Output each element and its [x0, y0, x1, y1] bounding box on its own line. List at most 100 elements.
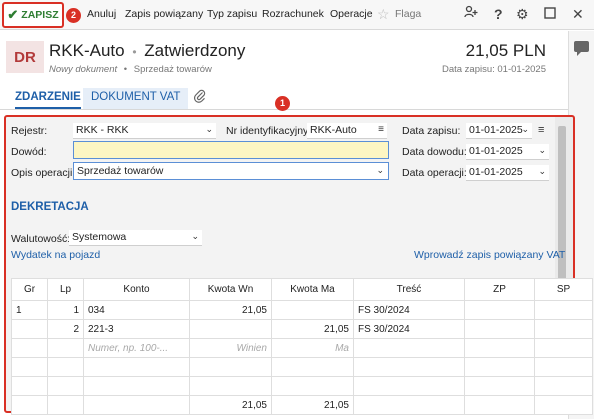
register-label: Rejestr:	[11, 125, 48, 137]
entry-date-label: Data zapisu:	[402, 125, 461, 137]
entry-date-field[interactable]: 01-01-2025 ⌄	[466, 123, 532, 139]
column-header[interactable]: Kwota Wn	[189, 278, 272, 301]
gear-icon[interactable]: ⚙	[516, 5, 529, 23]
column-header[interactable]: ZP	[464, 278, 535, 301]
entries-table: Gr Lp Konto Kwota Wn Kwota Ma Treść ZP S…	[11, 278, 593, 415]
register-select[interactable]: RKK - RKK ⌄	[73, 123, 216, 139]
cell-sp[interactable]	[534, 300, 593, 320]
entry-type-button[interactable]: Typ zapisu	[207, 8, 257, 20]
cell-empty[interactable]	[11, 376, 48, 396]
operation-date-label: Data operacji:	[402, 167, 467, 179]
total-debit: 21,05	[189, 395, 272, 415]
cell-empty[interactable]	[47, 376, 84, 396]
cell-description[interactable]	[353, 338, 465, 358]
column-header[interactable]: Konto	[83, 278, 190, 301]
cell-empty[interactable]	[464, 357, 535, 377]
close-icon[interactable]: ✕	[572, 5, 584, 23]
cell-empty[interactable]	[353, 376, 465, 396]
help-icon[interactable]: ?	[494, 5, 503, 23]
tab-vat-document[interactable]: DOKUMENT VAT	[83, 88, 189, 109]
cell-empty[interactable]	[189, 357, 272, 377]
cell-description[interactable]: FS 30/2024	[353, 319, 465, 339]
cell-lp[interactable]: 1	[47, 300, 84, 320]
chevron-down-icon: ⌄	[538, 166, 546, 176]
cell-empty[interactable]	[83, 376, 190, 396]
cell-debit-placeholder[interactable]: Winien	[189, 338, 272, 358]
cell-credit[interactable]	[271, 300, 354, 320]
cell-credit[interactable]: 21,05	[271, 319, 354, 339]
new-document-label: Nowy dokument	[49, 64, 118, 75]
cell-sp[interactable]	[534, 338, 593, 358]
proof-date-value: 01-01-2025	[469, 145, 523, 157]
menu-icon[interactable]: ≡	[378, 124, 384, 135]
settlement-button[interactable]: Rozrachunek	[262, 8, 324, 20]
cell-empty	[464, 395, 535, 415]
table-row-new[interactable]: Numer, np. 100-... Winien Ma	[11, 338, 593, 358]
table-row[interactable]: 2 221-3 21,05 FS 30/2024	[11, 319, 593, 339]
page-title: RKK-Auto • Zatwierdzony	[49, 41, 245, 61]
cell-debit[interactable]: 21,05	[189, 300, 272, 320]
cell-empty[interactable]	[11, 357, 48, 377]
attachment-icon[interactable]	[193, 89, 206, 106]
operation-date-field[interactable]: 01-01-2025 ⌄	[466, 165, 549, 181]
cell-sp[interactable]	[534, 319, 593, 339]
cell-description[interactable]: FS 30/2024	[353, 300, 465, 320]
cell-empty[interactable]	[83, 357, 190, 377]
vehicle-expense-link[interactable]: Wydatek na pojazd	[11, 249, 100, 261]
cell-empty[interactable]	[534, 357, 593, 377]
cell-empty[interactable]	[534, 376, 593, 396]
operation-description-label: Opis operacji:	[11, 167, 76, 179]
comment-icon[interactable]	[574, 41, 589, 56]
cell-empty[interactable]	[271, 357, 354, 377]
column-header[interactable]: Kwota Ma	[271, 278, 354, 301]
cell-zp[interactable]	[464, 300, 535, 320]
document-amount: 21,05 PLN	[465, 41, 546, 60]
entry-date-info: Data zapisu: 01-01-2025	[441, 64, 546, 75]
maximize-icon[interactable]	[544, 5, 556, 23]
column-header[interactable]: SP	[534, 278, 593, 301]
cell-account-placeholder[interactable]: Numer, np. 100-...	[83, 338, 190, 358]
id-number-field[interactable]: RKK-Auto ≡	[307, 123, 387, 139]
table-row[interactable]: 1 1 034 21,05 FS 30/2024	[11, 300, 593, 320]
proof-label: Dowód:	[11, 146, 47, 158]
cell-account[interactable]: 221-3	[83, 319, 190, 339]
cell-group[interactable]: 1	[11, 300, 48, 320]
star-icon[interactable]: ☆	[377, 5, 390, 23]
proof-date-field[interactable]: 01-01-2025 ⌄	[466, 144, 549, 160]
table-row-empty[interactable]	[11, 357, 593, 377]
linked-entry-button[interactable]: Zapis powiązany	[125, 8, 203, 20]
toolbar: ✔ ZAPISZ 2 Anuluj Zapis powiązany Typ za…	[0, 0, 594, 30]
cell-credit-placeholder[interactable]: Ma	[271, 338, 354, 358]
column-header[interactable]: Lp	[47, 278, 84, 301]
cell-group[interactable]	[11, 338, 48, 358]
cell-empty[interactable]	[189, 376, 272, 396]
cell-empty[interactable]	[464, 376, 535, 396]
menu-icon[interactable]: ≡	[538, 124, 544, 136]
operations-button[interactable]: Operacje	[330, 8, 373, 20]
currency-mode-select[interactable]: Systemowa ⌄	[69, 230, 202, 246]
cell-zp[interactable]	[464, 319, 535, 339]
column-header[interactable]: Gr	[11, 278, 48, 301]
table-row-empty[interactable]	[11, 376, 593, 396]
cell-debit[interactable]	[189, 319, 272, 339]
cell-group[interactable]	[11, 319, 48, 339]
cell-empty[interactable]	[353, 357, 465, 377]
linked-vat-entry-link[interactable]: Wprowadź zapis powiązany VAT	[414, 249, 565, 261]
cell-account[interactable]: 034	[83, 300, 190, 320]
cell-empty[interactable]	[271, 376, 354, 396]
tab-event[interactable]: ZDARZENIE	[15, 91, 81, 109]
save-button[interactable]: ✔ ZAPISZ	[2, 2, 64, 28]
operation-description-select[interactable]: Sprzedaż towarów ⌄	[73, 162, 389, 180]
cell-empty[interactable]	[47, 357, 84, 377]
cell-zp[interactable]	[464, 338, 535, 358]
add-person-icon[interactable]	[464, 5, 478, 23]
cell-lp[interactable]: 2	[47, 319, 84, 339]
flag-button[interactable]: Flaga	[395, 8, 421, 20]
cancel-button[interactable]: Anuluj	[87, 8, 116, 20]
chevron-down-icon: ⌄	[538, 145, 546, 155]
proof-input[interactable]	[73, 141, 389, 159]
subtitle-separator: •	[123, 64, 128, 75]
column-header[interactable]: Treść	[353, 278, 465, 301]
cell-lp[interactable]	[47, 338, 84, 358]
cell-empty	[47, 395, 84, 415]
